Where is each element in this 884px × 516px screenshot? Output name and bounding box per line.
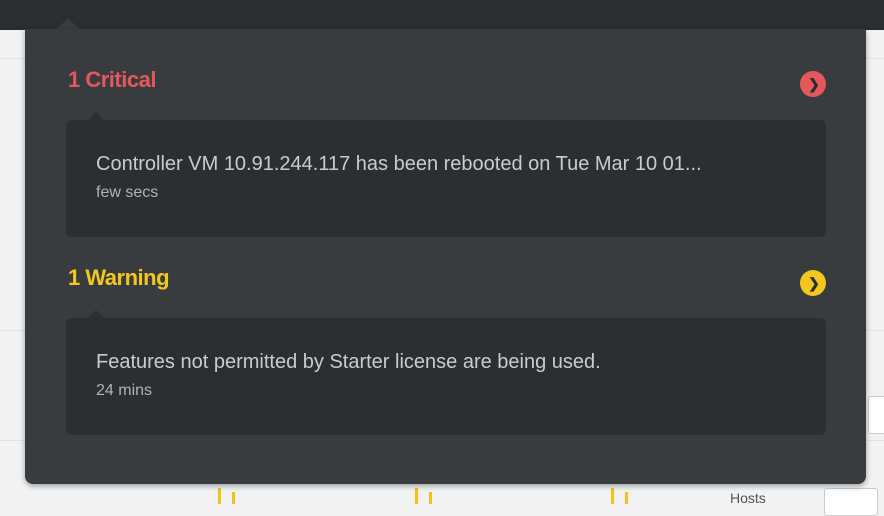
chevron-right-icon: ❯ — [808, 76, 820, 92]
bg-chart-bar — [415, 488, 418, 504]
alert-timestamp: 24 mins — [96, 382, 153, 399]
alert-timestamp: few secs — [96, 184, 159, 201]
arrow-right-circle-icon[interactable]: ❯ — [800, 270, 826, 296]
side-control-box[interactable] — [868, 396, 884, 434]
alert-message: Controller VM 10.91.244.117 has been reb… — [96, 153, 702, 175]
critical-alert-item[interactable]: Controller VM 10.91.244.117 has been reb… — [66, 112, 826, 237]
bg-chart-bar — [218, 488, 221, 504]
chevron-right-icon: ❯ — [808, 275, 820, 291]
hosts-count-box[interactable] — [824, 488, 878, 516]
critical-alerts-title[interactable]: 1 Critical — [68, 67, 156, 93]
bg-chart-bar — [429, 492, 432, 504]
bg-chart-bar — [611, 488, 614, 504]
alert-message: Features not permitted by Starter licens… — [96, 351, 601, 373]
bg-chart-bar — [232, 492, 235, 504]
alerts-popover: 1 Critical ❯ Controller VM 10.91.244.117… — [25, 29, 866, 484]
arrow-right-circle-icon[interactable]: ❯ — [800, 71, 826, 97]
bg-chart-bar — [625, 492, 628, 504]
warning-alerts-title[interactable]: 1 Warning — [68, 265, 170, 291]
top-nav-bar — [0, 0, 884, 30]
warning-alert-item[interactable]: Features not permitted by Starter licens… — [66, 310, 826, 435]
